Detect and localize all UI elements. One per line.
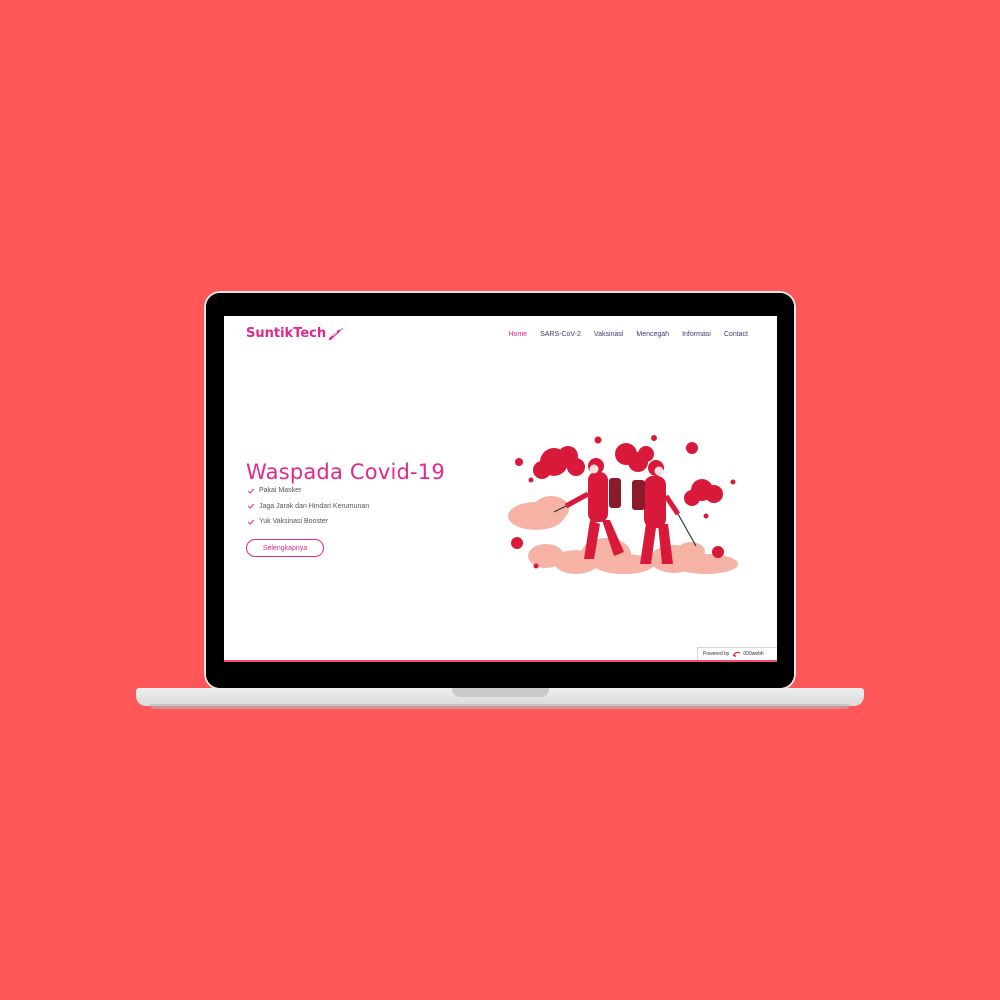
main-nav: Home SARS-CoV-2 Vaksinasi Mencegah Infor…: [495, 331, 748, 338]
host-logo-icon: [732, 651, 741, 657]
check-icon: [247, 488, 255, 494]
prevention-checklist: Pakai Masker Jaga Jarak dan Hindari Keru…: [247, 483, 369, 530]
disinfection-workers-illustration: [508, 435, 738, 574]
browser-viewport: SuntikTech Home SARS-CoV-2 Vaksinasi Men…: [224, 316, 777, 662]
checklist-label: Yuk Vaksinasi Booster: [259, 518, 329, 526]
list-item: Jaga Jarak dan Hindari Kerumunan: [247, 499, 369, 515]
nav-item-mencegah[interactable]: Mencegah: [636, 331, 669, 338]
hosting-badge[interactable]: Powered by 000webh: [697, 647, 777, 660]
laptop-base-shadow: [150, 704, 850, 709]
syringe-icon: [328, 327, 344, 340]
check-icon: [247, 503, 255, 510]
site-logo[interactable]: SuntikTech: [246, 326, 344, 341]
logo-text: SuntikTech: [246, 326, 327, 341]
nav-item-home[interactable]: Home: [508, 331, 527, 338]
nav-item-vaksinasi[interactable]: Vaksinasi: [594, 331, 623, 338]
nav-item-informasi[interactable]: Informasi: [682, 331, 711, 338]
checklist-label: Pakai Masker: [259, 487, 302, 495]
check-icon: [247, 519, 255, 525]
list-item: Yuk Vaksinasi Booster: [247, 514, 369, 530]
host-name: 000webh: [743, 651, 764, 657]
nav-item-sars-cov-2[interactable]: SARS-CoV-2: [540, 331, 581, 338]
hero-title: Waspada Covid-19: [246, 460, 445, 485]
laptop-notch: [452, 688, 549, 697]
list-item: Pakai Masker: [247, 483, 369, 499]
nav-item-contact[interactable]: Contact: [724, 331, 748, 338]
read-more-button[interactable]: Selengkapnya: [246, 539, 324, 557]
screen-bottom-border: [224, 660, 777, 662]
powered-by-label: Powered by: [703, 651, 730, 657]
checklist-label: Jaga Jarak dan Hindari Kerumunan: [259, 502, 370, 510]
